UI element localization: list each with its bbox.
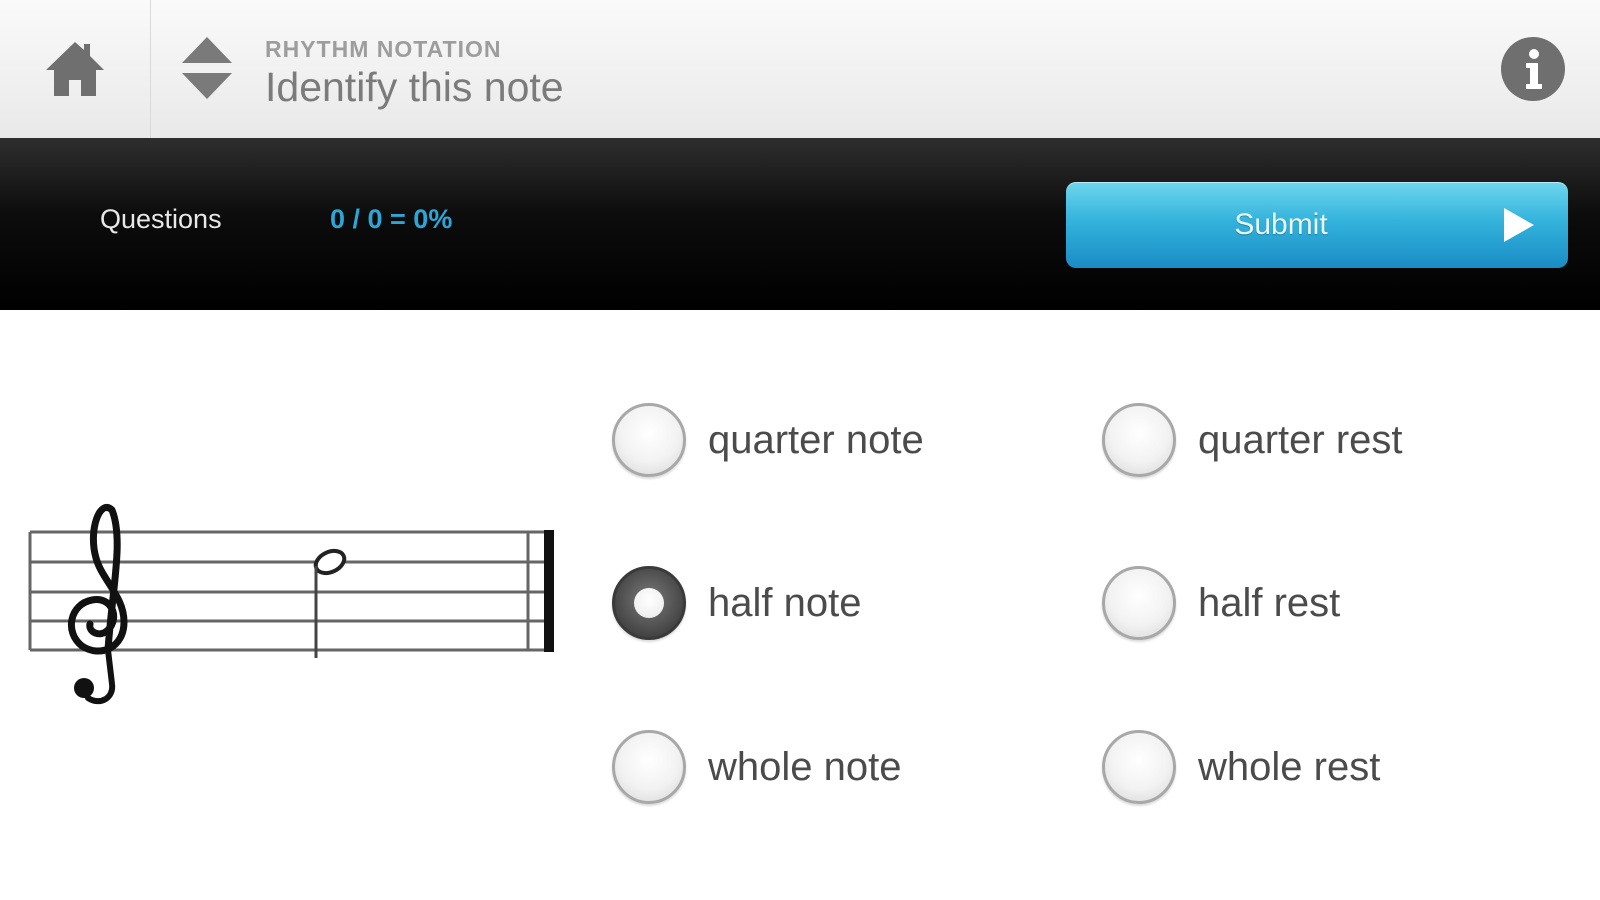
option-label: quarter note bbox=[708, 417, 924, 462]
option-label: quarter rest bbox=[1198, 417, 1403, 462]
score-value: 0 / 0 = 0% bbox=[330, 204, 453, 234]
clef-tail-dot bbox=[74, 678, 94, 698]
home-icon bbox=[46, 42, 104, 96]
option-half-rest[interactable]: half rest bbox=[1102, 563, 1340, 643]
option-label: whole note bbox=[708, 744, 902, 789]
treble-clef-icon bbox=[68, 504, 128, 705]
music-staff bbox=[20, 500, 580, 720]
app-window: RHYTHM NOTATION Identify this note Quest… bbox=[0, 0, 1600, 900]
score-toolbar: Questions 0 / 0 = 0% Submit bbox=[0, 138, 1600, 310]
submit-button[interactable]: Submit bbox=[1066, 182, 1568, 268]
staff-graphic bbox=[28, 504, 554, 705]
radio-button-selected[interactable] bbox=[612, 566, 686, 640]
radio-button[interactable] bbox=[612, 403, 686, 477]
final-barline bbox=[544, 530, 554, 652]
option-label: half note bbox=[708, 580, 862, 625]
option-label: whole rest bbox=[1198, 744, 1381, 789]
title-block: RHYTHM NOTATION Identify this note bbox=[265, 36, 564, 110]
section-subtitle: RHYTHM NOTATION bbox=[265, 36, 502, 62]
page-title: Identify this note bbox=[265, 64, 564, 110]
radio-button[interactable] bbox=[612, 730, 686, 804]
option-label: half rest bbox=[1198, 580, 1341, 625]
questions-label: Questions bbox=[100, 204, 222, 234]
radio-button[interactable] bbox=[1102, 403, 1176, 477]
info-icon bbox=[1501, 37, 1565, 101]
option-whole-rest[interactable]: whole rest bbox=[1102, 727, 1380, 807]
header-bar: RHYTHM NOTATION Identify this note bbox=[0, 0, 1600, 139]
up-down-arrows-icon bbox=[182, 37, 232, 99]
option-half-note[interactable]: half note bbox=[612, 563, 861, 643]
option-quarter-note[interactable]: quarter note bbox=[612, 400, 924, 480]
option-whole-note[interactable]: whole note bbox=[612, 727, 901, 807]
info-button[interactable] bbox=[1500, 36, 1566, 102]
answer-options: quarter note quarter rest half note half… bbox=[612, 400, 1572, 810]
half-note-icon bbox=[313, 548, 347, 658]
question-nav-button[interactable] bbox=[172, 28, 242, 108]
submit-label: Submit bbox=[1234, 208, 1328, 241]
play-arrow-icon bbox=[1504, 208, 1534, 242]
radio-button[interactable] bbox=[1102, 566, 1176, 640]
radio-button[interactable] bbox=[1102, 730, 1176, 804]
option-quarter-rest[interactable]: quarter rest bbox=[1102, 400, 1403, 480]
home-button[interactable] bbox=[0, 0, 151, 138]
